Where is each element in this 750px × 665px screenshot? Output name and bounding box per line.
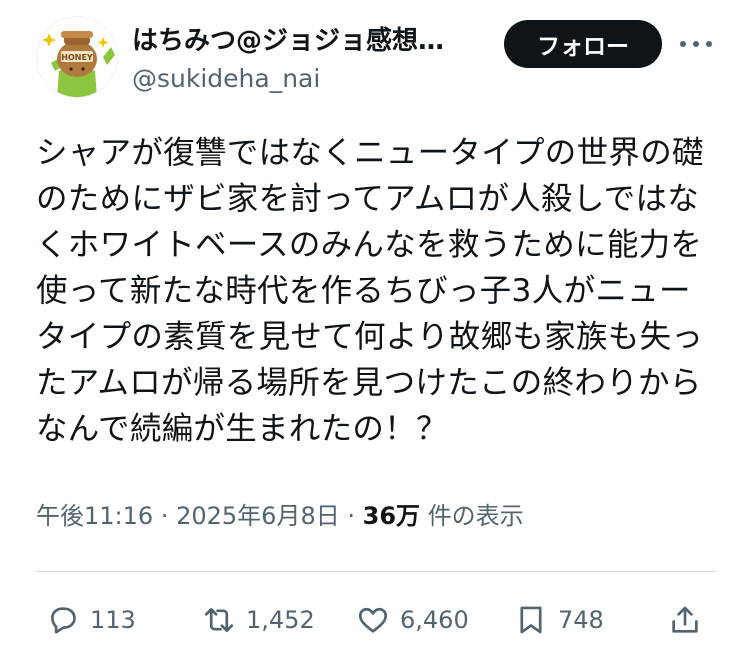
more-dot — [706, 41, 712, 47]
honey-pot-avatar-image: HONEY — [37, 17, 117, 97]
bookmark-button[interactable]: 748 — [514, 598, 604, 642]
tweet-text-line: くホワイトベースのみんなを救うために能力を — [36, 227, 703, 263]
action-bar: 113 1,452 6,460 748 — [36, 598, 716, 642]
bookmark-count: 748 — [558, 606, 604, 634]
author-handle[interactable]: @sukideha_nai — [132, 62, 482, 96]
share-button[interactable] — [668, 598, 712, 642]
retweet-button[interactable]: 1,452 — [202, 598, 315, 642]
tweet-text-line: 使って新たな時代を作るちびっ子3人がニュー — [36, 273, 691, 309]
divider — [36, 571, 716, 572]
author-names: はちみつ@ジョジョ感想… @sukideha_nai — [132, 24, 482, 96]
like-count: 6,460 — [400, 606, 469, 634]
retweet-icon — [204, 608, 234, 632]
more-dot — [693, 41, 699, 47]
like-button[interactable]: 6,460 — [356, 598, 469, 642]
views-count[interactable]: 36万 — [363, 502, 420, 530]
reply-icon — [51, 607, 76, 634]
tweet-header: HONEY はちみつ@ジョジョ感想… @sukideha_nai フォロー — [36, 14, 716, 104]
more-dot — [680, 41, 686, 47]
retweet-count: 1,452 — [246, 606, 315, 634]
avatar[interactable]: HONEY — [36, 16, 118, 98]
tweet-text: シャアが復讐ではなくニュータイプの世界の礎 のためにザビ家を討ってアムロが人殺し… — [36, 130, 726, 452]
author-display-name[interactable]: はちみつ@ジョジョ感想… — [132, 24, 482, 58]
reply-button[interactable]: 113 — [46, 598, 136, 642]
tweet-text-line: シャアが復讐ではなくニュータイプの世界の礎 — [36, 135, 704, 171]
like-icon — [358, 607, 388, 633]
views-label: 件の表示 — [427, 502, 524, 530]
tweet-text-line: のためにザビ家を討ってアムロが人殺しではな — [36, 181, 700, 217]
tweet-text-line: なんで続編が生まれたの！？ — [36, 411, 448, 447]
tweet: HONEY はちみつ@ジョジョ感想… @sukideha_nai フォロー シャ… — [0, 0, 750, 665]
tweet-meta: 午後11:16 · 2025年6月8日 · 36万 件の表示 — [36, 500, 524, 532]
bookmark-icon — [520, 606, 542, 634]
meta-separator: · — [160, 502, 169, 530]
share-icon — [672, 606, 698, 633]
more-icon[interactable] — [676, 28, 716, 60]
tweet-text-line: たアムロが帰る場所を見つけたこの終わりから — [36, 365, 702, 401]
tweet-date[interactable]: 2025年6月8日 — [176, 502, 340, 530]
follow-button[interactable]: フォロー — [504, 20, 662, 68]
meta-separator: · — [347, 502, 355, 530]
reply-count: 113 — [90, 606, 136, 634]
tweet-time[interactable]: 午後11:16 — [36, 502, 153, 530]
tweet-text-line: タイプの素質を見せて何より故郷も家族も失っ — [36, 319, 704, 355]
avatar-label: HONEY — [61, 53, 93, 62]
